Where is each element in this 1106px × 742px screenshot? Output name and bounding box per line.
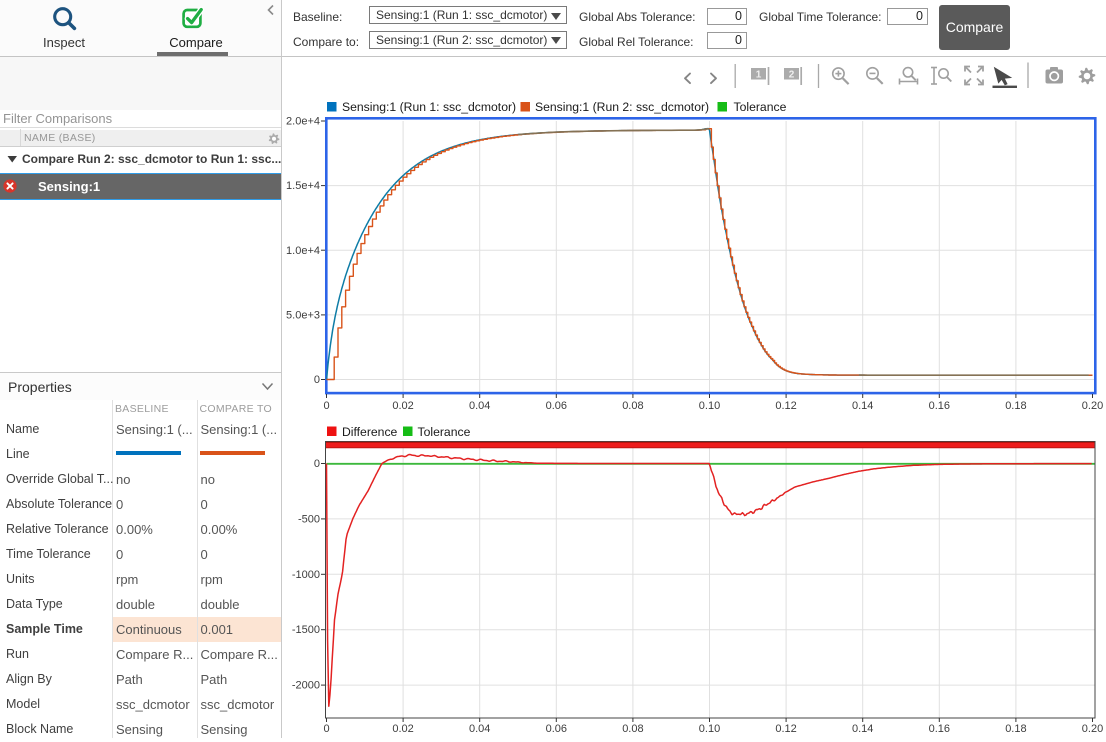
svg-text:0.18: 0.18 [1005, 723, 1026, 735]
svg-text:Difference: Difference [342, 425, 398, 439]
svg-text:0.12: 0.12 [775, 400, 796, 412]
svg-text:0: 0 [314, 374, 320, 386]
svg-text:0: 0 [323, 400, 329, 412]
svg-text:-500: -500 [298, 513, 320, 525]
svg-text:0.04: 0.04 [469, 400, 490, 412]
svg-text:0.16: 0.16 [929, 400, 950, 412]
svg-text:0.18: 0.18 [1005, 400, 1026, 412]
svg-text:2.0e+4: 2.0e+4 [286, 116, 320, 128]
svg-text:0.08: 0.08 [622, 400, 643, 412]
svg-text:0.20: 0.20 [1082, 400, 1103, 412]
svg-text:0.08: 0.08 [622, 723, 643, 735]
svg-text:1.5e+4: 1.5e+4 [286, 180, 320, 192]
svg-text:Tolerance: Tolerance [418, 425, 471, 439]
svg-text:0.14: 0.14 [852, 400, 873, 412]
svg-text:Sensing:1 (Run 2: ssc_dcmotor): Sensing:1 (Run 2: ssc_dcmotor) [535, 100, 709, 114]
svg-text:-2000: -2000 [292, 680, 320, 692]
svg-text:-1000: -1000 [292, 569, 320, 581]
svg-text:0.06: 0.06 [546, 723, 567, 735]
svg-text:0.02: 0.02 [392, 723, 413, 735]
svg-text:0.10: 0.10 [699, 723, 720, 735]
svg-text:0.14: 0.14 [852, 723, 873, 735]
svg-text:0: 0 [323, 723, 329, 735]
svg-text:Sensing:1 (Run 1: ssc_dcmotor): Sensing:1 (Run 1: ssc_dcmotor) [342, 100, 516, 114]
svg-text:5.0e+3: 5.0e+3 [286, 309, 320, 321]
svg-text:Tolerance: Tolerance [734, 100, 787, 114]
svg-text:0.20: 0.20 [1082, 723, 1103, 735]
svg-text:1.0e+4: 1.0e+4 [286, 245, 320, 257]
svg-text:0.10: 0.10 [699, 400, 720, 412]
svg-text:0.04: 0.04 [469, 723, 490, 735]
svg-text:0.02: 0.02 [392, 400, 413, 412]
svg-text:-1500: -1500 [292, 624, 320, 636]
svg-text:0.12: 0.12 [775, 723, 796, 735]
svg-text:2: 2 [789, 69, 795, 80]
svg-text:0.16: 0.16 [929, 723, 950, 735]
svg-text:0: 0 [314, 458, 320, 470]
svg-text:1: 1 [756, 69, 762, 80]
svg-text:0.06: 0.06 [546, 400, 567, 412]
